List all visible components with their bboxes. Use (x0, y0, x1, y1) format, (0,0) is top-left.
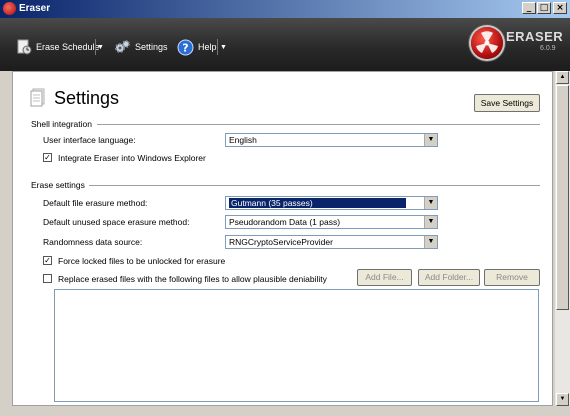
window-bottom-edge (0, 406, 570, 416)
add-file-button[interactable]: Add File... (357, 269, 412, 286)
force-unlock-label: Force locked files to be unlocked for er… (58, 256, 226, 266)
language-select[interactable]: English ▼ (225, 133, 438, 147)
eraser-app-icon (3, 2, 16, 15)
settings-menu[interactable]: Settings (114, 38, 168, 56)
chevron-down-icon: ▼ (424, 236, 437, 248)
window-titlebar: Eraser _ □ × (0, 0, 570, 18)
chevron-down-icon: ▼ (424, 197, 437, 209)
chevron-down-icon: ▼ (424, 134, 437, 146)
help-label: Help (198, 42, 217, 52)
app-header: Erase Schedule ▼ Settings ? Help ▼ ERASE… (0, 18, 570, 71)
window-title: Eraser (19, 3, 51, 14)
logo-version: 6.0.9 (540, 45, 556, 52)
chevron-down-icon: ▼ (424, 216, 437, 228)
eraser-logo-icon (471, 27, 503, 59)
help-menu[interactable]: ? Help (177, 38, 217, 56)
integrate-explorer-label: Integrate Eraser into Windows Explorer (58, 153, 206, 163)
help-icon: ? (177, 39, 194, 55)
logo-text: ERASER (506, 29, 564, 44)
settings-page-icon (30, 88, 45, 107)
scroll-down-button[interactable]: ▼ (556, 393, 569, 406)
radiation-icon (476, 31, 498, 53)
chevron-down-icon: ▼ (220, 43, 227, 51)
erase-schedule-label: Erase Schedule (36, 42, 100, 52)
help-dropdown[interactable]: ▼ (220, 38, 227, 56)
section-divider (89, 185, 540, 186)
replace-files-checkbox[interactable] (43, 274, 52, 283)
randomness-value: RNGCryptoServiceProvider (229, 237, 333, 247)
file-method-label: Default file erasure method: (43, 198, 148, 208)
close-button[interactable]: × (553, 2, 567, 14)
erase-schedule-icon (17, 39, 32, 55)
shell-integration-heading: Shell integration (31, 119, 92, 129)
erase-settings-heading: Erase settings (31, 180, 85, 190)
randomness-label: Randomness data source: (43, 237, 143, 247)
minimize-button[interactable]: _ (522, 2, 536, 14)
erase-schedule-dropdown[interactable]: ▼ (97, 38, 104, 56)
language-label: User interface language: (43, 135, 136, 145)
randomness-select[interactable]: RNGCryptoServiceProvider ▼ (225, 235, 438, 249)
chevron-down-icon: ▼ (97, 43, 104, 51)
vertical-scrollbar[interactable]: ▲ ▼ (555, 71, 570, 406)
svg-text:?: ? (182, 41, 188, 54)
toolbar-separator (95, 39, 96, 55)
unused-method-label: Default unused space erasure method: (43, 217, 190, 227)
file-method-select[interactable]: Gutmann (35 passes) ▼ (225, 196, 438, 210)
erase-schedule-menu[interactable]: Erase Schedule (16, 38, 100, 56)
language-value: English (229, 135, 257, 145)
force-unlock-checkbox[interactable]: ✓ (43, 256, 52, 265)
integrate-explorer-checkbox[interactable]: ✓ (43, 153, 52, 162)
plausible-deniability-file-list[interactable] (54, 289, 539, 402)
scroll-thumb[interactable] (556, 85, 569, 310)
unused-method-select[interactable]: Pseudorandom Data (1 pass) ▼ (225, 215, 438, 229)
toolbar-separator (217, 39, 218, 55)
replace-files-label: Replace erased files with the following … (58, 274, 327, 284)
unused-method-value: Pseudorandom Data (1 pass) (229, 217, 341, 227)
gear-icon (115, 39, 130, 53)
file-method-value: Gutmann (35 passes) (229, 198, 406, 208)
add-folder-button[interactable]: Add Folder... (418, 269, 480, 286)
section-divider (97, 124, 540, 125)
save-settings-button[interactable]: Save Settings (474, 94, 540, 112)
remove-button[interactable]: Remove (484, 269, 540, 286)
settings-label: Settings (135, 42, 168, 52)
scroll-up-button[interactable]: ▲ (556, 71, 569, 84)
page-title: Settings (54, 88, 120, 108)
maximize-button[interactable]: □ (537, 2, 551, 14)
